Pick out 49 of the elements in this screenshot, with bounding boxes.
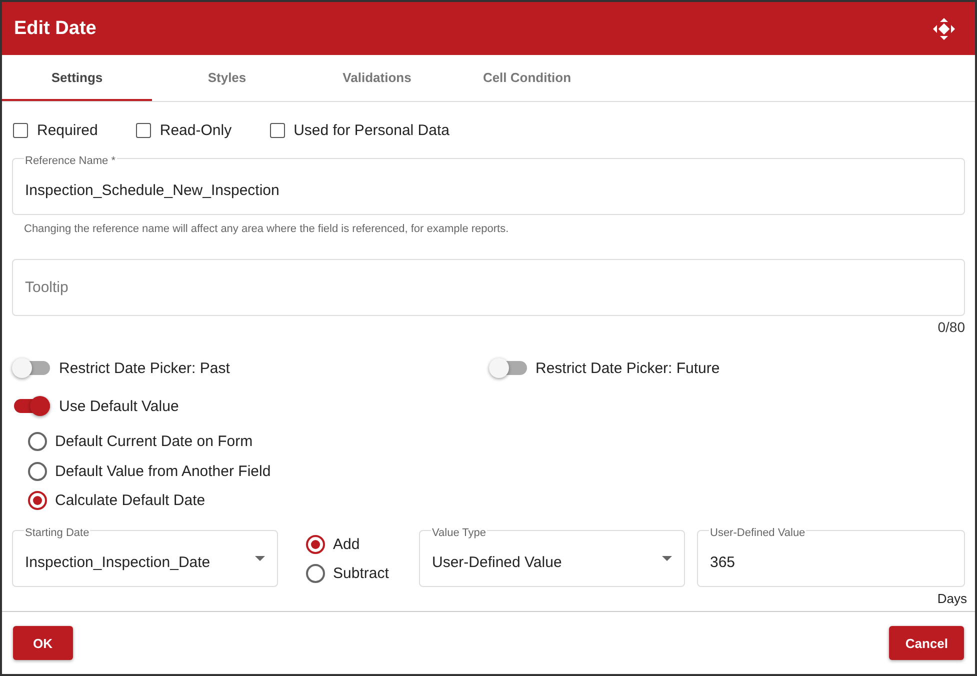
- placeholder-text: Tooltip: [25, 279, 68, 296]
- field-label: User-Defined Value: [709, 527, 806, 539]
- field-value: 365: [710, 554, 736, 571]
- reference-name-field[interactable]: Reference Name * Inspection_Schedule_New_Inspection: [12, 158, 965, 215]
- radio-label: Default Value from Another Field: [55, 462, 271, 480]
- unit-label: Days: [937, 590, 967, 606]
- radio-button[interactable]: [28, 462, 47, 481]
- checkbox-label: Read-Only: [160, 122, 232, 138]
- cancel-button[interactable]: Cancel: [889, 626, 964, 660]
- radio-button[interactable]: [306, 564, 325, 582]
- tab[interactable]: Cell Condition: [452, 55, 602, 101]
- caret-icon: [662, 556, 672, 561]
- field-label: Starting Date: [24, 527, 90, 539]
- ok-button[interactable]: OK: [13, 626, 72, 660]
- checkbox[interactable]: [136, 122, 151, 138]
- value-type-dropdown[interactable]: Value Type User-Defined Value: [419, 530, 685, 587]
- starting-date-dropdown[interactable]: Starting Date Inspection_Inspection_Date: [12, 530, 278, 587]
- tab[interactable]: Settings: [2, 55, 152, 101]
- field-value: Inspection_Inspection_Date: [25, 554, 210, 571]
- radio-label: Subtract: [333, 564, 389, 582]
- tab[interactable]: Validations: [302, 55, 452, 101]
- field-label: Value Type: [431, 527, 488, 539]
- user-defined-value-field[interactable]: User-Defined Value 365: [697, 530, 965, 587]
- field-label: Reference Name *: [24, 155, 116, 167]
- toggle-switch[interactable]: [490, 361, 526, 375]
- toggle-switch[interactable]: [14, 399, 50, 413]
- toggle-switch[interactable]: [14, 361, 50, 375]
- tab[interactable]: Styles: [152, 55, 302, 101]
- checkbox-label: Required: [37, 122, 98, 138]
- tooltip-field[interactable]: Tooltip: [12, 259, 965, 316]
- window-title: Edit Date: [14, 18, 96, 40]
- field-value: Inspection_Schedule_New_Inspection: [25, 182, 280, 199]
- checkbox[interactable]: [13, 122, 28, 138]
- caret-icon: [255, 556, 265, 561]
- radio-label: Calculate Default Date: [55, 492, 206, 510]
- radio-button[interactable]: [28, 432, 47, 452]
- toggle-label: Use Default Value: [59, 398, 179, 414]
- radio-label: Add: [333, 536, 360, 552]
- checkbox[interactable]: [270, 122, 285, 138]
- toggle-label: Restrict Date Picker: Past: [59, 360, 230, 376]
- checkbox-label: Used for Personal Data: [294, 122, 450, 138]
- helper-text: Changing the reference name will affect any area where the field is referenced, for example reports.: [23, 222, 510, 237]
- toggle-label: Restrict Date Picker: Future: [536, 360, 720, 376]
- move-icon[interactable]: [933, 18, 955, 40]
- radio-label: Default Current Date on Form: [55, 433, 253, 450]
- character-counter: 0/80: [938, 318, 965, 335]
- field-value: User-Defined Value: [432, 554, 562, 571]
- radio-button[interactable]: [28, 491, 47, 510]
- radio-button[interactable]: [306, 534, 325, 554]
